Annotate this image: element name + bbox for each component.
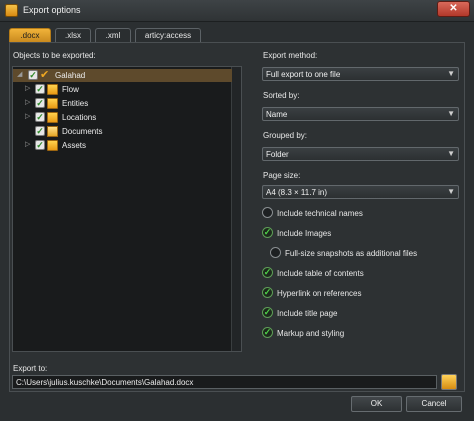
export-path-input[interactable] — [13, 376, 436, 388]
checkbox-checked-icon[interactable]: ✓ — [28, 70, 38, 80]
include-images-label: Include Images — [277, 229, 332, 238]
grouped-by-label: Grouped by: — [263, 131, 308, 140]
export-to-label: Export to: — [13, 364, 48, 373]
tree-scrollbar[interactable] — [231, 67, 241, 351]
hyperlink-references-label: Hyperlink on references — [277, 289, 362, 298]
export-method-label: Export method: — [263, 51, 318, 60]
checkbox-checked-icon[interactable]: ✓ — [35, 98, 45, 108]
tree-row-assets[interactable]: ▷ ✓ Assets — [13, 139, 232, 152]
collapse-arrow-icon[interactable]: ◢ — [17, 70, 22, 78]
ok-button[interactable]: OK — [351, 396, 402, 412]
grouped-by-select[interactable]: Folder ▼ — [262, 147, 459, 161]
sorted-by-select[interactable]: Name ▼ — [262, 107, 459, 121]
window-title: Export options — [23, 5, 81, 15]
full-size-snapshots-checkbox[interactable] — [270, 247, 281, 258]
checkbox-checked-icon[interactable]: ✓ — [35, 112, 45, 122]
sorted-by-value: Name — [266, 110, 288, 119]
objects-label: Objects to be exported: — [13, 51, 96, 60]
browse-folder-icon[interactable] — [441, 374, 457, 390]
title-bar: Export options ✕ — [0, 0, 474, 22]
chevron-down-icon: ▼ — [447, 109, 455, 118]
document-icon — [47, 126, 58, 137]
include-title-page-checkbox[interactable]: ✓ — [262, 307, 273, 318]
folder-icon — [47, 140, 58, 151]
markup-styling-label: Markup and styling — [277, 329, 345, 338]
tree-label: Flow — [62, 85, 79, 94]
tree-label: Galahad — [55, 71, 86, 80]
tab-docx[interactable]: .docx — [9, 28, 51, 42]
export-method-select[interactable]: Full export to one file ▼ — [262, 67, 459, 81]
objects-tree[interactable]: ◢ ✓ ✔ Galahad ▷ ✓ Flow ▷ ✓ Entities ▷ ✓ … — [12, 66, 242, 352]
checkbox-checked-icon[interactable]: ✓ — [35, 126, 45, 136]
export-method-value: Full export to one file — [266, 70, 341, 79]
sorted-by-label: Sorted by: — [263, 91, 300, 100]
full-size-snapshots-label: Full-size snapshots as additional files — [285, 249, 418, 258]
close-button[interactable]: ✕ — [437, 1, 470, 17]
expand-arrow-icon[interactable]: ▷ — [25, 112, 30, 120]
tree-label: Documents — [62, 127, 103, 136]
markup-styling-checkbox[interactable]: ✓ — [262, 327, 273, 338]
tree-row-flow[interactable]: ▷ ✓ Flow — [13, 83, 232, 96]
checkbox-checked-icon[interactable]: ✓ — [35, 84, 45, 94]
tree-row-documents[interactable]: ✓ Documents — [13, 125, 232, 138]
folder-icon — [47, 84, 58, 95]
chevron-down-icon: ▼ — [447, 69, 455, 78]
expand-arrow-icon[interactable]: ▷ — [25, 84, 30, 92]
expand-arrow-icon[interactable]: ▷ — [25, 140, 30, 148]
hyperlink-references-checkbox[interactable]: ✓ — [262, 287, 273, 298]
tree-row-galahad[interactable]: ◢ ✓ ✔ Galahad — [13, 69, 232, 82]
tree-label: Assets — [62, 141, 87, 150]
include-title-page-label: Include title page — [277, 309, 338, 318]
tab-articy-access[interactable]: articy:access — [135, 28, 201, 42]
include-technical-names-label: Include technical names — [277, 209, 363, 218]
include-technical-names-checkbox[interactable] — [262, 207, 273, 218]
star-icon: ✔ — [40, 69, 50, 81]
tree-label: Locations — [62, 113, 97, 122]
tree-label: Entities — [62, 99, 89, 108]
page-size-value: A4 (8.3 × 11.7 in) — [266, 188, 327, 197]
chevron-down-icon: ▼ — [447, 149, 455, 158]
app-icon — [5, 4, 18, 17]
expand-arrow-icon[interactable]: ▷ — [25, 98, 30, 106]
include-toc-label: Include table of contents — [277, 269, 364, 278]
checkbox-checked-icon[interactable]: ✓ — [35, 140, 45, 150]
folder-icon — [47, 98, 58, 109]
page-size-select[interactable]: A4 (8.3 × 11.7 in) ▼ — [262, 185, 459, 199]
include-images-checkbox[interactable]: ✓ — [262, 227, 273, 238]
include-toc-checkbox[interactable]: ✓ — [262, 267, 273, 278]
tree-row-locations[interactable]: ▷ ✓ Locations — [13, 111, 232, 124]
tab-xml[interactable]: .xml — [95, 28, 131, 42]
chevron-down-icon: ▼ — [447, 187, 455, 196]
tree-row-entities[interactable]: ▷ ✓ Entities — [13, 97, 232, 110]
page-size-label: Page size: — [263, 171, 301, 180]
grouped-by-value: Folder — [266, 150, 289, 159]
folder-icon — [47, 112, 58, 123]
export-path-field[interactable] — [12, 375, 437, 389]
tab-xlsx[interactable]: .xlsx — [55, 28, 91, 42]
cancel-button[interactable]: Cancel — [406, 396, 462, 412]
